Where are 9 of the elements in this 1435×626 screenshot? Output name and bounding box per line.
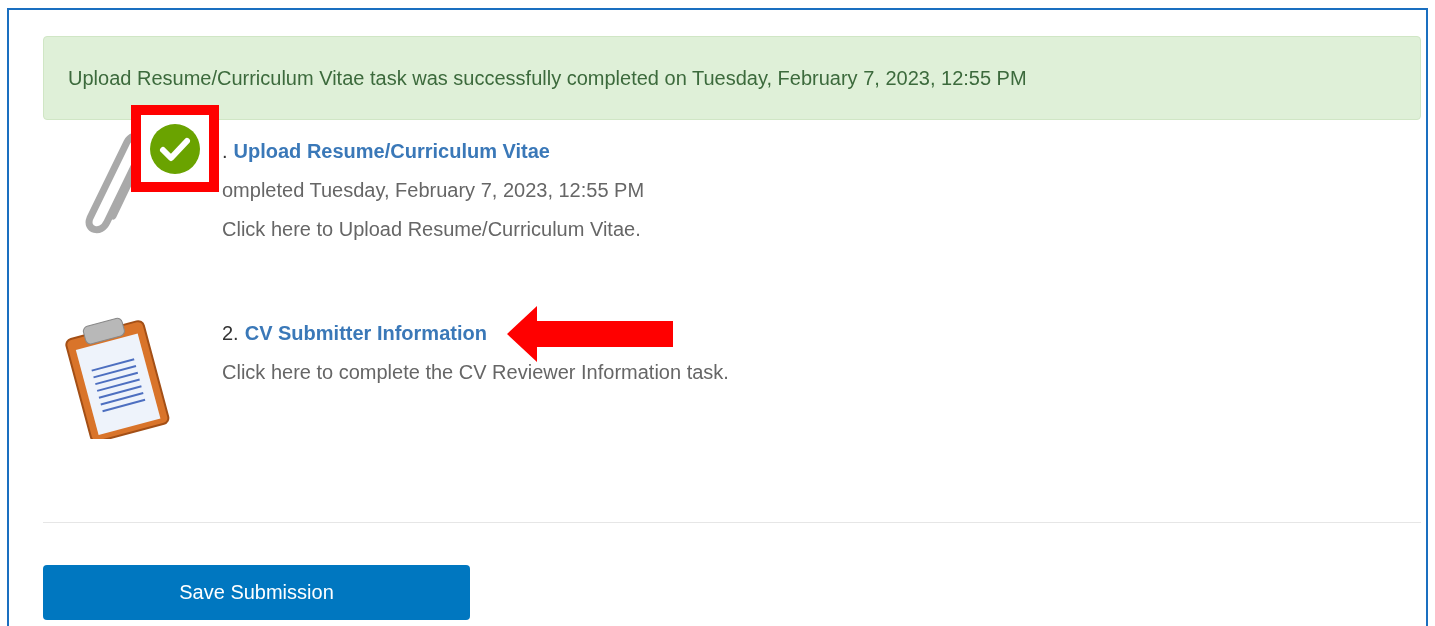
task-description: ompleted Tuesday, February 7, 2023, 12:55 PM [222,178,645,203]
task-description: Click here to complete the CV Reviewer Information task. [222,360,729,385]
save-button[interactable]: Save Submission [43,565,470,620]
task-description: Click here to Upload Resume/Curriculum Vitae. [222,217,642,242]
task-number: . [222,140,228,163]
task-link[interactable]: Upload Resume/Curriculum Vitae [233,140,550,163]
task-link[interactable]: CV Submitter Information [244,322,487,345]
success-alert: Upload Resume/Curriculum Vitae task was successfully completed on Tuesday, February 7, 2023, 12:55 PM [43,36,1421,120]
task-number: 2. [222,322,239,345]
